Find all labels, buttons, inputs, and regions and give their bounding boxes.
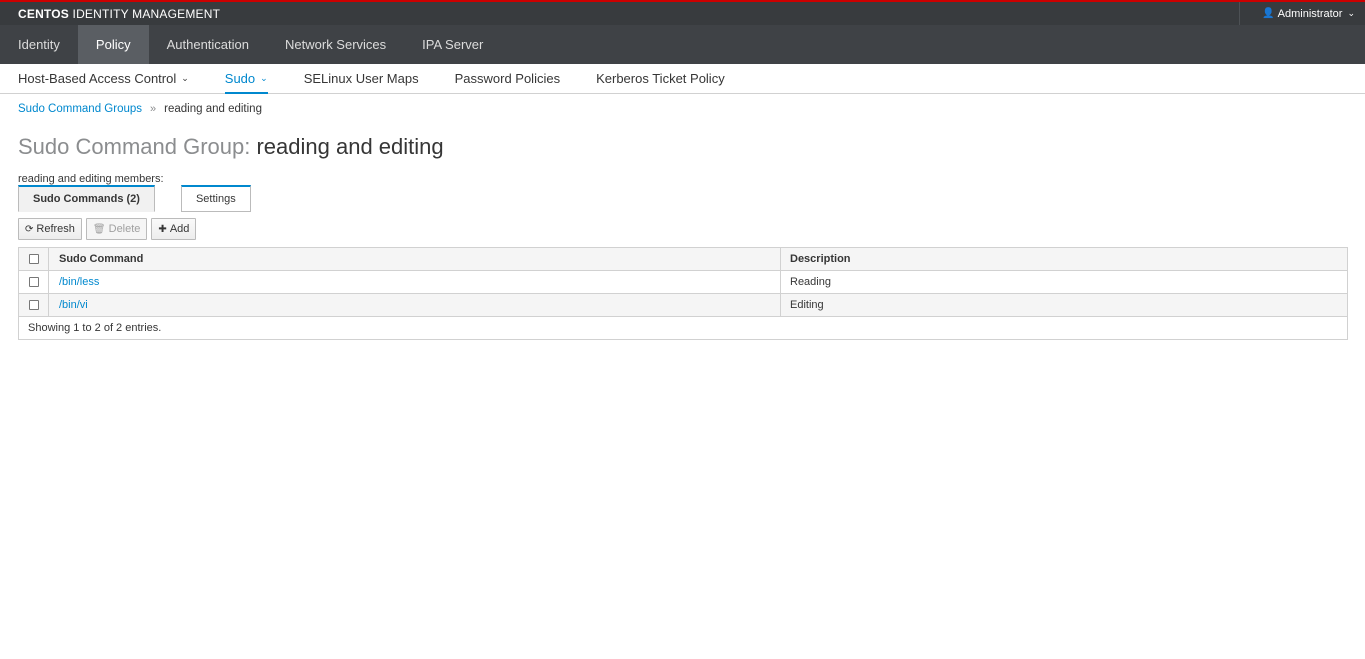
sudo-commands-table: Sudo Command Description /bin/less Readi… [18, 247, 1348, 340]
sub-nav-password-policies[interactable]: Password Policies [455, 64, 561, 93]
column-header-description[interactable]: Description [781, 248, 1347, 270]
refresh-button[interactable]: ⟳ Refresh [18, 218, 82, 240]
user-menu[interactable]: 👤 Administrator ⌄ [1239, 2, 1365, 25]
delete-label: Delete [108, 223, 141, 235]
main-nav-identity[interactable]: Identity [0, 25, 78, 64]
main-nav-policy[interactable]: Policy [77, 25, 149, 64]
sub-nav: Host-Based Access Control ⌄ Sudo ⌄ SELin… [0, 64, 1365, 94]
command-cell: /bin/less [49, 271, 781, 293]
sub-nav-label: Host-Based Access Control [18, 71, 177, 86]
main-nav: Identity Policy Authentication Network S… [0, 25, 1365, 64]
table-header-row: Sudo Command Description [19, 248, 1347, 271]
row-checkbox[interactable] [28, 300, 39, 310]
main-nav-network-services[interactable]: Network Services [267, 25, 404, 64]
add-button[interactable]: ✚ Add [151, 218, 197, 240]
row-checkbox[interactable] [28, 277, 39, 287]
row-select-cell [19, 271, 49, 293]
tab-settings[interactable]: Settings [180, 185, 251, 212]
refresh-label: Refresh [36, 223, 75, 235]
trash-icon: 🗑 [92, 223, 106, 235]
page-title-prefix: Sudo Command Group: [18, 134, 251, 159]
page-title-name: reading and editing [256, 134, 444, 159]
user-menu-label: Administrator [1277, 7, 1343, 20]
plus-icon: ✚ [158, 223, 167, 235]
chevron-down-icon: ⌄ [181, 73, 189, 83]
sub-nav-label: SELinux User Maps [303, 71, 419, 86]
tab-sudo-commands[interactable]: Sudo Commands (2) [18, 185, 155, 212]
command-link[interactable]: /bin/less [59, 276, 99, 288]
facet-tabs: Sudo Commands (2) Settings [18, 185, 1365, 212]
main-nav-authentication[interactable]: Authentication [149, 25, 267, 64]
sub-nav-sudo[interactable]: Sudo ⌄ [224, 64, 268, 94]
breadcrumb: Sudo Command Groups » reading and editin… [0, 94, 1365, 116]
user-icon: 👤 [1262, 8, 1275, 19]
sub-nav-hbac[interactable]: Host-Based Access Control ⌄ [18, 64, 189, 93]
members-label: reading and editing members: [18, 173, 164, 185]
refresh-icon: ⟳ [25, 223, 34, 235]
chevron-down-icon: ⌄ [260, 73, 268, 83]
toolbar: ⟳ Refresh 🗑 Delete ✚ Add [18, 218, 1365, 241]
delete-button[interactable]: 🗑 Delete [85, 218, 148, 240]
main-nav-ipa-server[interactable]: IPA Server [404, 25, 501, 64]
table-row: /bin/vi Editing [19, 294, 1347, 317]
description-cell: Editing [790, 299, 824, 311]
select-all-checkbox[interactable] [28, 254, 39, 264]
row-select-cell [19, 294, 49, 316]
description-cell: Reading [790, 276, 831, 288]
brand-logo: CENTOS IDENTITY MANAGEMENT [18, 6, 221, 21]
sub-nav-label: Password Policies [454, 71, 561, 86]
brand-bar: CENTOS IDENTITY MANAGEMENT 👤 Administrat… [0, 0, 1365, 25]
breadcrumb-current: reading and editing [164, 102, 262, 115]
sub-nav-selinux[interactable]: SELinux User Maps [304, 64, 419, 93]
table-row: /bin/less Reading [19, 271, 1347, 294]
breadcrumb-separator: » [150, 102, 157, 115]
breadcrumb-parent-link[interactable]: Sudo Command Groups [18, 103, 142, 115]
command-cell: /bin/vi [49, 294, 781, 316]
sub-nav-label: Kerberos Ticket Policy [596, 71, 725, 86]
sub-nav-kerberos[interactable]: Kerberos Ticket Policy [596, 64, 725, 93]
command-link[interactable]: /bin/vi [59, 299, 88, 311]
add-label: Add [169, 223, 190, 235]
column-header-command[interactable]: Sudo Command [49, 248, 781, 270]
sub-nav-label: Sudo [224, 71, 256, 86]
page-title: Sudo Command Group: reading and editing [0, 116, 1365, 164]
chevron-down-icon: ⌄ [1347, 8, 1355, 18]
table-footer: Showing 1 to 2 of 2 entries. [28, 322, 162, 334]
select-all-cell [19, 248, 49, 270]
